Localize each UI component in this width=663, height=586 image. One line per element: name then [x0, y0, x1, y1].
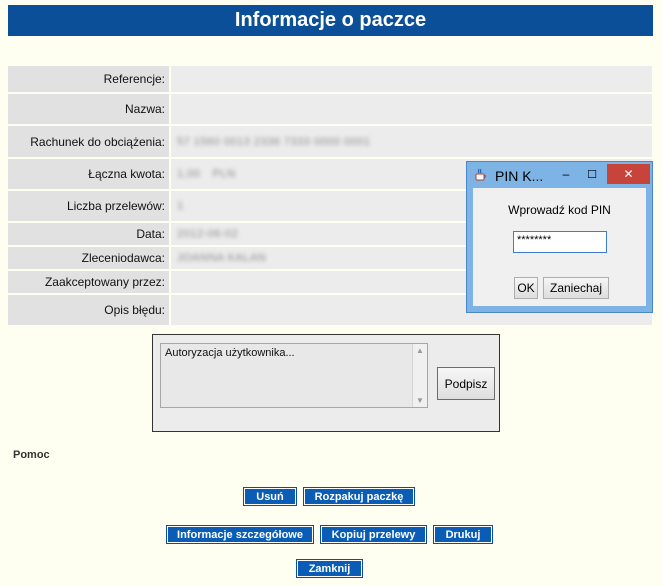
date-label: Data:	[8, 223, 169, 245]
help-link[interactable]: Pomoc	[13, 449, 50, 461]
pin-input[interactable]: ********	[513, 231, 607, 253]
reference-label: Referencje:	[8, 66, 169, 92]
accepted-by-label: Zaakceptowany przez:	[8, 271, 169, 293]
detail-row-name: Nazwa:	[8, 94, 652, 124]
date-value: 2012-06-02	[177, 228, 239, 240]
detailed-info-button[interactable]: Informacje szczegółowe	[166, 525, 314, 544]
pin-dialog-body: Wprowadź kod PIN ******** OK Zaniechaj	[473, 188, 646, 306]
ordering-party-value: JOANNA KALAN	[177, 252, 267, 264]
scroll-down-icon[interactable]: ▼	[413, 396, 427, 405]
maximize-icon[interactable]: ☐	[579, 165, 605, 183]
unpack-package-button[interactable]: Rozpakuj paczkę	[303, 487, 415, 506]
cancel-button[interactable]: Zaniechaj	[543, 277, 609, 299]
page-title: Informacje o paczce	[8, 5, 653, 36]
name-value	[169, 94, 652, 124]
amount-value: 1,00	[177, 168, 201, 180]
ordering-party-label: Zleceniodawca:	[8, 247, 169, 269]
account-value: 57 1560 0013 2336 7333 0000 0001	[177, 135, 371, 148]
print-button[interactable]: Drukuj	[433, 525, 493, 544]
scroll-up-icon[interactable]: ▲	[413, 346, 427, 355]
ok-button[interactable]: OK	[514, 277, 538, 299]
amount-currency: PLN	[212, 168, 236, 180]
detail-row-account: Rachunek do obciążenia: 57 1560 0013 233…	[8, 126, 652, 157]
account-label: Rachunek do obciążenia:	[8, 126, 169, 157]
error-description-label: Opis błędu:	[8, 295, 169, 325]
java-cup-icon	[473, 167, 489, 183]
transfer-count-value: 1	[177, 200, 184, 212]
close-icon[interactable]: ✕	[607, 164, 650, 184]
transfer-count-label: Liczba przelewów:	[8, 191, 169, 221]
detail-row-reference: Referencje:	[8, 66, 652, 92]
copy-transfers-button[interactable]: Kopiuj przelewy	[320, 525, 427, 544]
pin-prompt: Wprowadź kod PIN	[508, 203, 611, 217]
authorization-panel: Autoryzacja użytkownika... ▲ ▼ Podpisz	[152, 334, 500, 432]
authorization-status-text: Autoryzacja użytkownika...	[165, 347, 295, 359]
name-label: Nazwa:	[8, 94, 169, 124]
close-button[interactable]: Zamknij	[296, 559, 363, 578]
minimize-icon[interactable]: ‒	[553, 165, 579, 183]
delete-button[interactable]: Usuń	[243, 487, 297, 506]
authorization-status-box[interactable]: Autoryzacja użytkownika... ▲ ▼	[160, 343, 428, 408]
pin-dialog-title: PIN K...	[495, 168, 544, 184]
reference-value	[169, 66, 652, 92]
sign-button[interactable]: Podpisz	[437, 367, 495, 400]
amount-label: Łączna kwota:	[8, 159, 169, 189]
authorization-scrollbar[interactable]: ▲ ▼	[412, 344, 427, 407]
pin-dialog: PIN K... ‒ ☐ ✕ Wprowadź kod PIN ********…	[466, 161, 653, 313]
pin-dialog-titlebar[interactable]: PIN K... ‒ ☐ ✕	[467, 162, 652, 188]
